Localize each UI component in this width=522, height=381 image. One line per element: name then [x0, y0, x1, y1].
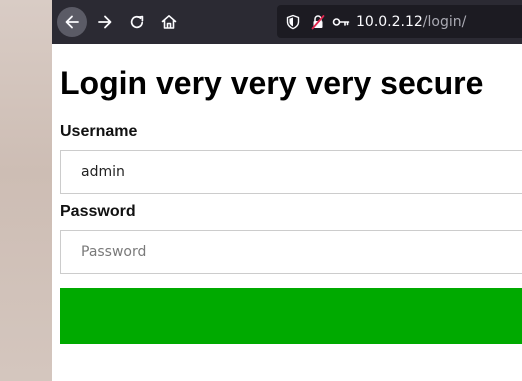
home-icon	[161, 15, 177, 29]
forward-button[interactable]	[90, 7, 120, 37]
password-input[interactable]	[60, 230, 522, 274]
browser-toolbar: 10.0.2.12/login/	[52, 0, 522, 44]
username-input[interactable]	[60, 150, 522, 194]
browser-window: 10.0.2.12/login/ Login very very very se…	[52, 0, 522, 381]
page-title: Login very very very secure	[60, 65, 484, 101]
shield-icon[interactable]	[285, 14, 301, 30]
username-label: Username	[60, 123, 138, 140]
login-page: Login very very very secure Username Pas…	[52, 44, 522, 381]
url-bar[interactable]: 10.0.2.12/login/	[277, 5, 522, 38]
url-text: 10.0.2.12/login/	[356, 14, 466, 30]
url-host: 10.0.2.12	[356, 14, 423, 30]
home-button[interactable]	[154, 7, 184, 37]
url-path: /login/	[422, 14, 467, 30]
desktop-background	[0, 0, 52, 381]
back-button[interactable]	[57, 7, 87, 37]
lock-strikethrough-icon[interactable]	[310, 14, 326, 30]
key-icon[interactable]	[332, 14, 350, 30]
login-submit-button[interactable]	[60, 288, 522, 344]
arrow-left-icon	[65, 15, 79, 29]
password-label: Password	[60, 203, 136, 220]
reload-button[interactable]	[122, 7, 152, 37]
reload-icon	[130, 15, 144, 29]
arrow-right-icon	[98, 15, 112, 29]
